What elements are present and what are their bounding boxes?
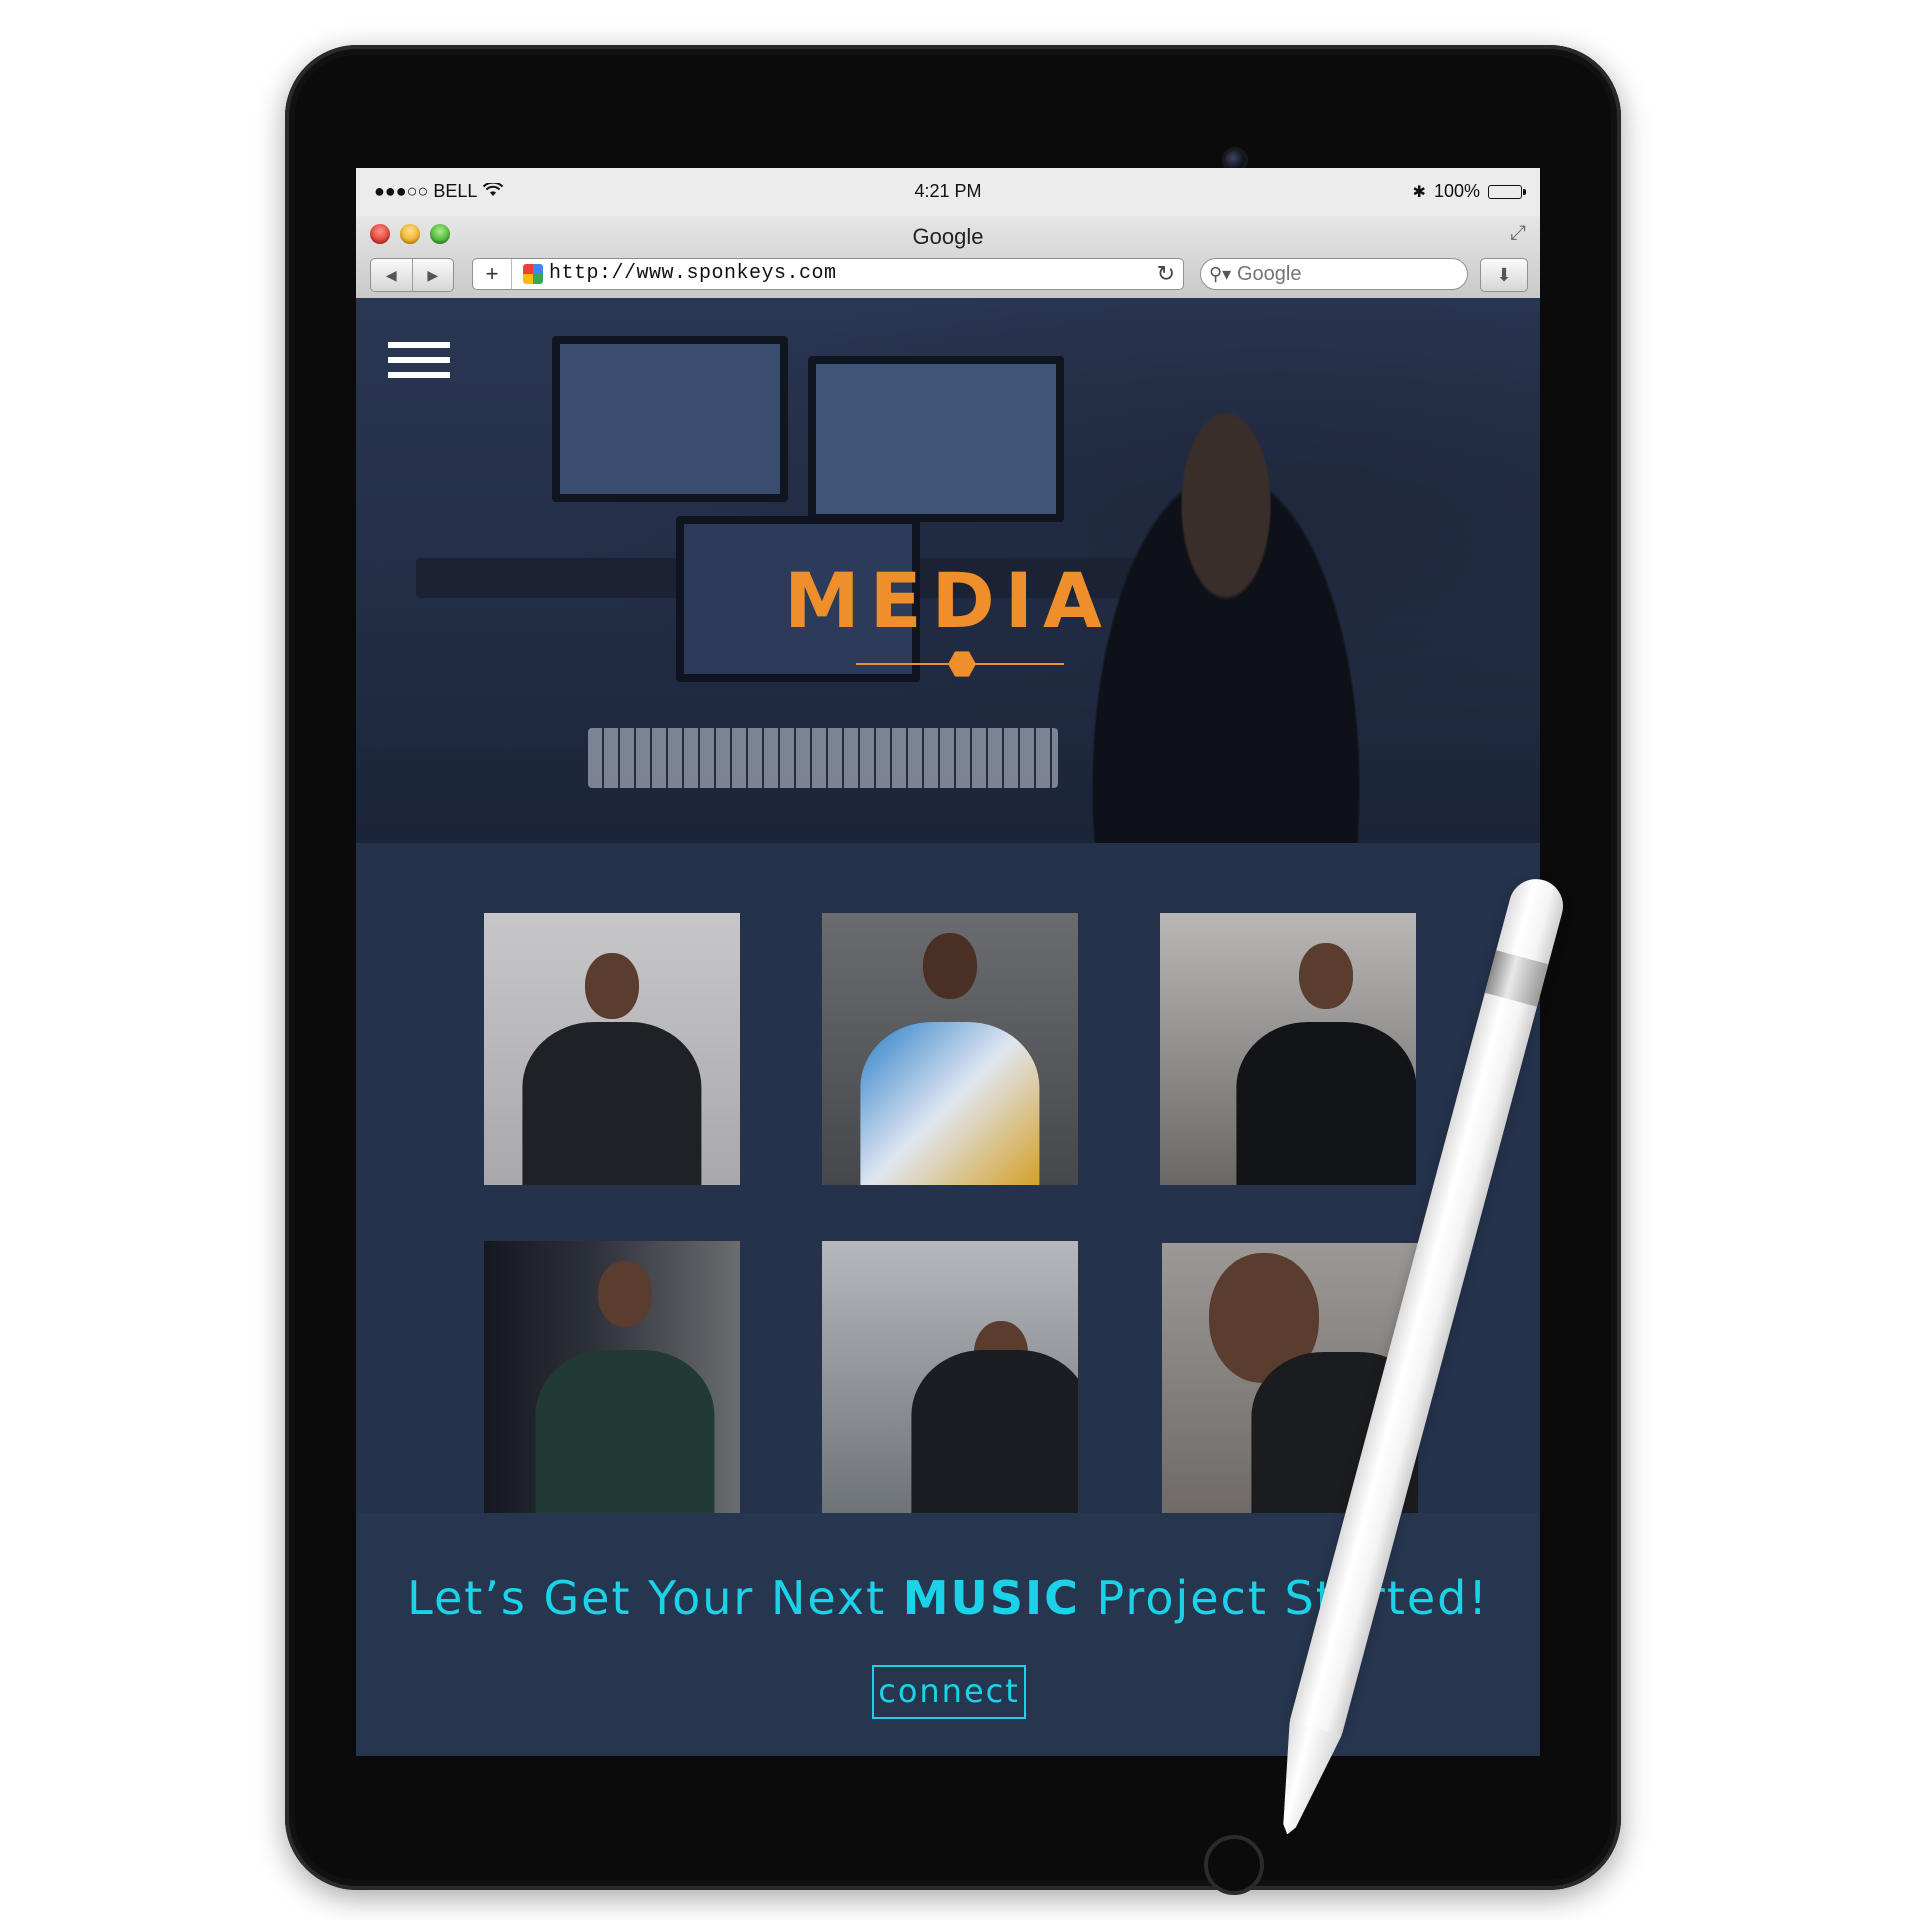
hamburger-icon[interactable]	[388, 342, 450, 387]
battery-percent: 100%	[1433, 181, 1480, 201]
camera-icon	[1225, 150, 1245, 170]
gallery-photo-3[interactable]	[1160, 913, 1416, 1185]
cta-heading-end: Project Started!	[1079, 1571, 1489, 1625]
hero-banner: MEDIA	[356, 298, 1540, 843]
search-icon: ⚲▾	[1209, 264, 1232, 284]
gallery-photo-1[interactable]	[484, 913, 740, 1185]
connect-button[interactable]: connect	[872, 1665, 1026, 1719]
gallery-photo-5[interactable]	[822, 1241, 1078, 1513]
bluetooth-icon: ✱	[1412, 183, 1426, 201]
cta-heading-start: Let’s Get Your Next	[407, 1571, 903, 1625]
media-gallery	[356, 843, 1540, 1515]
battery-icon	[1488, 184, 1526, 199]
window-title: Google	[912, 224, 984, 249]
cta-heading-bold: MUSIC	[902, 1571, 1080, 1625]
nav-buttons: ◀ ▶	[370, 258, 454, 292]
hexagon-icon	[948, 651, 976, 677]
url-field[interactable]: http://www.sponkeys.com	[549, 259, 837, 289]
studio-monitor-right	[808, 356, 1064, 522]
search-input[interactable]	[1237, 259, 1457, 289]
studio-keyboard	[588, 728, 1058, 788]
search-bar: ⚲▾	[1200, 258, 1468, 290]
status-time: 4:21 PM	[914, 181, 982, 201]
forward-icon[interactable]: ▶	[411, 259, 454, 291]
site-favicon	[523, 264, 543, 284]
browser-toolbar: Google ⤢ ◀ ▶ + http://www.sponkeys.com ↻…	[356, 216, 1540, 299]
address-bar[interactable]: + http://www.sponkeys.com ↻	[472, 258, 1184, 290]
page-title: MEDIA	[784, 556, 1112, 645]
download-icon[interactable]: ⬇	[1480, 258, 1528, 292]
add-bookmark-icon[interactable]: +	[473, 259, 512, 289]
reload-icon[interactable]: ↻	[1157, 259, 1175, 289]
studio-monitor-left	[552, 336, 788, 502]
back-icon[interactable]: ◀	[371, 259, 412, 291]
home-button[interactable]	[1204, 1835, 1264, 1895]
status-bar: ●●●○○ BELL 4:21 PM ✱ 100%	[356, 168, 1540, 216]
gallery-photo-2[interactable]	[822, 913, 1078, 1185]
gallery-photo-4[interactable]	[484, 1241, 740, 1513]
fullscreen-icon[interactable]: ⤢	[1510, 222, 1526, 245]
